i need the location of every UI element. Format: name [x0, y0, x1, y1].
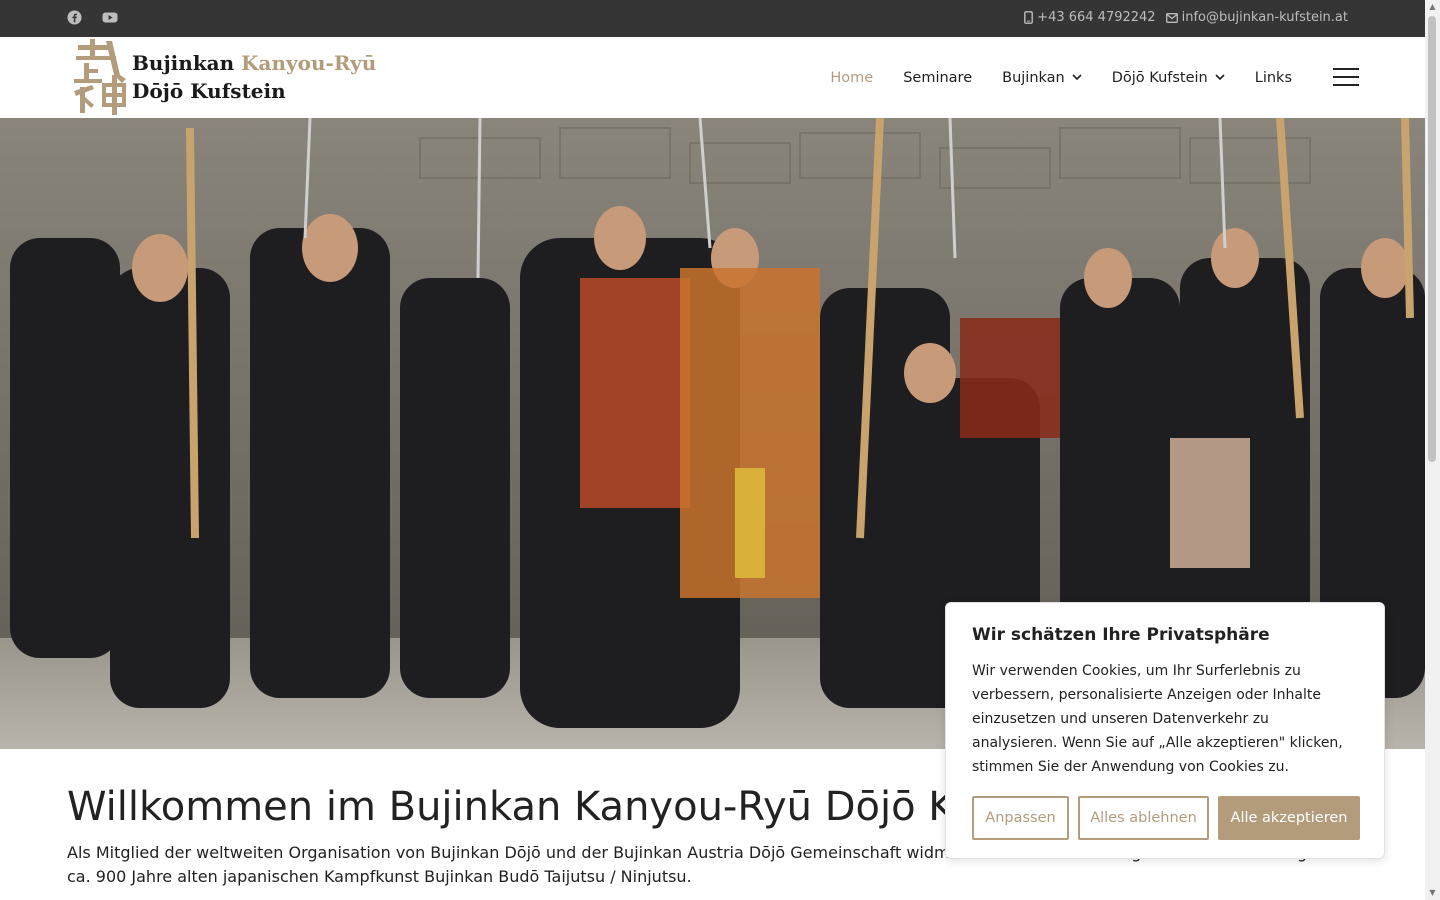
nav-item-label: Dōjō Kufstein [1111, 69, 1208, 86]
main-navigation: Home Seminare Bujinkan Dōjō Kufstein Lin… [815, 37, 1307, 118]
social-links [67, 10, 118, 25]
nav-item-label: Links [1254, 69, 1292, 86]
nav-item-label: Bujinkan [1002, 69, 1065, 86]
nav-item-label: Home [830, 69, 874, 86]
accept-all-button[interactable]: Alle akzeptieren [1218, 796, 1360, 840]
nav-item-seminare[interactable]: Seminare [888, 70, 987, 86]
cookie-consent-banner: Wir schätzen Ihre Privatsphäre Wir verwe… [945, 602, 1385, 859]
nav-item-home[interactable]: Home [815, 70, 888, 86]
site-header: Bujinkan Kanyou-Ryū Dōjō Kufstein Home S… [0, 37, 1425, 118]
scrollbar-thumb[interactable] [1428, 16, 1436, 462]
cookie-banner-text: Wir verwenden Cookies, um Ihr Surferlebn… [972, 663, 1343, 775]
customize-button[interactable]: Anpassen [972, 796, 1069, 840]
reject-all-button[interactable]: Alles ablehnen [1078, 796, 1209, 840]
scroll-down-arrow-icon[interactable]: ▼ [1428, 889, 1437, 897]
page-scrollbar[interactable]: ▲ ▼ [1425, 0, 1440, 900]
logo-title-line-1: Bujinkan Kanyou-Ryū [132, 51, 376, 75]
mobile-phone-icon [1024, 11, 1034, 24]
chevron-down-icon [1072, 74, 1082, 81]
nav-item-dojo-kufstein[interactable]: Dōjō Kufstein [1097, 70, 1240, 86]
contact-info: +43 664 4792242 info@bujinkan-kufstein.a… [1024, 10, 1348, 25]
hamburger-menu-icon[interactable] [1333, 68, 1359, 86]
top-bar: +43 664 4792242 info@bujinkan-kufstein.a… [0, 0, 1425, 37]
logo-title-line-2: Dōjō Kufstein [132, 79, 286, 103]
youtube-icon[interactable] [102, 10, 118, 25]
logo-kanyou-ryu-text: Kanyou-Ryū [241, 51, 377, 75]
email-link[interactable]: info@bujinkan-kufstein.at [1165, 10, 1348, 25]
phone-number: +43 664 4792242 [1037, 10, 1156, 25]
bujin-kanji-logo-icon [74, 39, 126, 115]
nav-item-bujinkan[interactable]: Bujinkan [987, 70, 1097, 86]
cookie-banner-title: Wir schätzen Ihre Privatsphäre [972, 625, 1270, 645]
site-logo[interactable]: Bujinkan Kanyou-Ryū Dōjō Kufstein [72, 39, 376, 117]
nav-item-links[interactable]: Links [1240, 70, 1307, 86]
facebook-icon[interactable] [67, 10, 82, 25]
scroll-up-arrow-icon[interactable]: ▲ [1428, 3, 1437, 11]
phone-link[interactable]: +43 664 4792242 [1024, 10, 1156, 25]
cookie-banner-buttons: Anpassen Alles ablehnen Alle akzeptieren [972, 796, 1360, 840]
chevron-down-icon [1215, 74, 1225, 81]
page-title: Willkommen im Bujinkan Kanyou-Ryū Dōjō K… [67, 784, 1090, 830]
envelope-icon [1165, 12, 1178, 23]
logo-bujinkan-text: Bujinkan [132, 51, 235, 75]
nav-item-label: Seminare [903, 69, 973, 86]
email-address: info@bujinkan-kufstein.at [1181, 10, 1348, 25]
